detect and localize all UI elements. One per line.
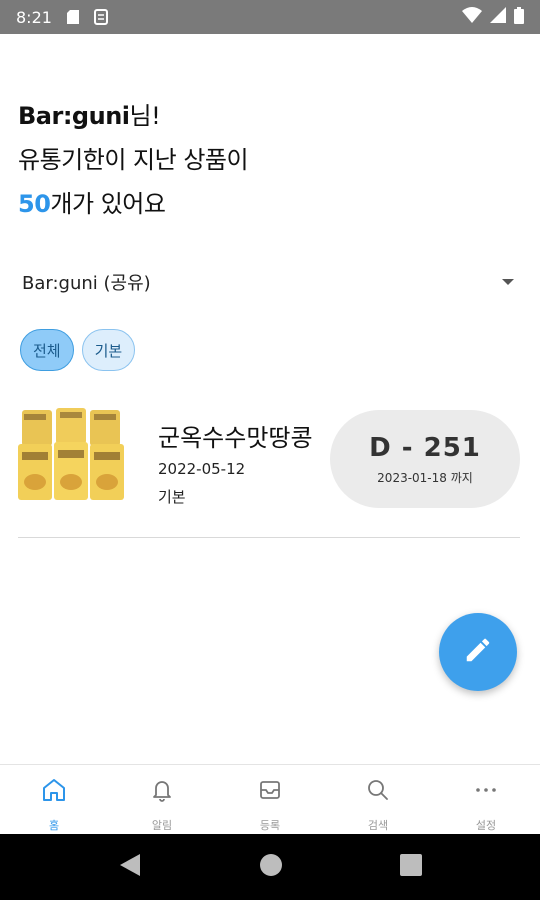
sd-card-icon bbox=[66, 9, 80, 25]
user-name: Bar:guni bbox=[18, 102, 130, 130]
greeting-header: Bar:guni님! 유통기한이 지난 상품이 50개가 있어요 bbox=[18, 94, 249, 226]
dday-until: 2023-01-18 까지 bbox=[377, 470, 473, 485]
status-icons bbox=[462, 6, 524, 28]
greeting-line-2: 유통기한이 지난 상품이 bbox=[18, 146, 249, 174]
status-bar: 8:21 bbox=[0, 0, 540, 34]
home-icon bbox=[41, 777, 67, 807]
bottom-nav: 홈 알림 등록 검색 설정 bbox=[0, 764, 540, 834]
product-image bbox=[18, 402, 126, 504]
dday-badge: D - 251 2023-01-18 까지 bbox=[330, 410, 520, 508]
nav-search[interactable]: 검색 bbox=[324, 765, 432, 834]
product-category: 기본 bbox=[158, 488, 186, 506]
nav-register-label: 등록 bbox=[259, 819, 281, 832]
expired-count: 50 bbox=[18, 190, 51, 218]
user-suffix: 님! bbox=[129, 102, 161, 130]
nav-settings[interactable]: 설정 bbox=[432, 765, 540, 834]
bell-icon bbox=[149, 777, 175, 807]
nav-search-label: 검색 bbox=[367, 819, 389, 832]
nav-alerts[interactable]: 알림 bbox=[108, 765, 216, 834]
more-icon bbox=[473, 777, 499, 807]
back-icon[interactable] bbox=[118, 852, 142, 882]
caret-down-icon bbox=[502, 279, 514, 285]
status-time: 8:21 bbox=[16, 7, 52, 27]
greeting-line-3: 50개가 있어요 bbox=[18, 182, 248, 226]
nav-home[interactable]: 홈 bbox=[0, 765, 108, 834]
home-button-icon[interactable] bbox=[259, 853, 283, 881]
inbox-icon bbox=[257, 777, 283, 807]
signal-icon bbox=[490, 7, 506, 27]
dropdown-selected: Bar:guni (공유) bbox=[22, 273, 151, 294]
search-icon bbox=[365, 777, 391, 807]
dday-value: D - 251 bbox=[369, 432, 481, 463]
product-name: 군옥수수맛땅콩 bbox=[158, 424, 313, 452]
group-dropdown[interactable]: Bar:guni (공유) bbox=[22, 262, 520, 302]
filter-chips: 전체 기본 bbox=[20, 329, 136, 371]
battery-icon bbox=[514, 6, 524, 28]
nav-register[interactable]: 등록 bbox=[216, 765, 324, 834]
chip-basic[interactable]: 기본 bbox=[81, 329, 136, 371]
recents-icon[interactable] bbox=[399, 854, 422, 880]
nav-home-label: 홈 bbox=[48, 819, 60, 832]
pencil-icon bbox=[463, 635, 493, 669]
sync-icon bbox=[93, 9, 108, 25]
nav-settings-label: 설정 bbox=[475, 819, 497, 832]
nav-alerts-label: 알림 bbox=[151, 819, 173, 832]
system-nav-bar bbox=[0, 834, 540, 900]
product-item[interactable]: 군옥수수맛땅콩 2022-05-12 기본 D - 251 2023-01-18… bbox=[18, 396, 520, 538]
greeting-line-1: Bar:guni님! bbox=[18, 94, 248, 138]
count-suffix: 개가 있어요 bbox=[50, 190, 166, 218]
wifi-icon bbox=[462, 7, 482, 27]
edit-fab-button[interactable] bbox=[439, 613, 517, 691]
product-date: 2022-05-12 bbox=[158, 460, 246, 478]
chip-all[interactable]: 전체 bbox=[20, 329, 74, 371]
